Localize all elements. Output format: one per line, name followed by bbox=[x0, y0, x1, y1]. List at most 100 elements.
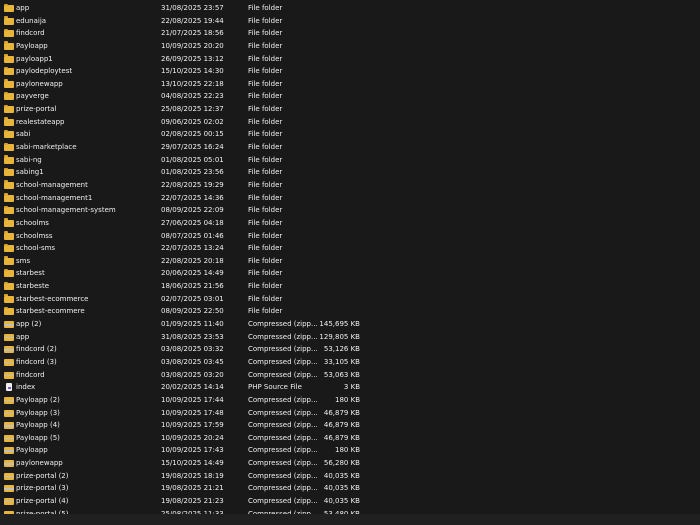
file-row[interactable]: school-management-system 08/09/2025 22:09… bbox=[0, 204, 700, 217]
file-name: prize-portal (3) bbox=[16, 484, 69, 493]
file-name: app bbox=[16, 332, 30, 341]
file-name: findcord bbox=[16, 29, 45, 38]
folder-icon bbox=[4, 66, 14, 76]
file-row[interactable]: sabi 02/08/2025 00:15 File folder bbox=[0, 128, 700, 141]
folder-icon bbox=[4, 155, 14, 164]
zip-folder-icon bbox=[4, 321, 14, 329]
file-row[interactable]: Payloapp (2) 10/09/2025 17:44 Compressed (… bbox=[0, 394, 700, 407]
file-row[interactable]: sms 22/08/2025 20:18 File folder bbox=[0, 255, 700, 268]
file-name: prize-portal (4) bbox=[16, 496, 69, 505]
file-row[interactable]: realestateapp 09/06/2025 02:02 File folder bbox=[0, 116, 700, 129]
file-row[interactable]: app (2) 01/09/2025 11:40 Compressed (zipp.… bbox=[0, 318, 700, 331]
file-row[interactable]: paylonewapp 13/10/2025 22:18 File folder bbox=[0, 78, 700, 91]
file-name: school-sms bbox=[16, 244, 56, 253]
file-row[interactable]: findcord 21/07/2025 18:56 File folder bbox=[0, 27, 700, 40]
file-row[interactable]: index 20/02/2025 14:14 PHP Source File 3 KB bbox=[0, 381, 700, 394]
file-date-modified: 21/07/2025 18:56 bbox=[161, 29, 224, 38]
file-row[interactable]: starbest 20/06/2025 14:49 File folder bbox=[0, 267, 700, 280]
file-name: app (2) bbox=[16, 320, 42, 329]
file-name: index bbox=[16, 383, 36, 392]
file-size: 40,035 KB bbox=[323, 496, 360, 505]
file-date-modified: 27/06/2025 04:18 bbox=[161, 218, 224, 227]
file-row[interactable]: edunaija 22/08/2025 19:44 File folder bbox=[0, 15, 700, 28]
file-name: schoolms bbox=[16, 218, 49, 227]
folder-icon bbox=[4, 294, 14, 303]
file-row[interactable]: school-sms 22/07/2025 13:24 File folder bbox=[0, 242, 700, 255]
file-row[interactable]: sabi-ng 01/08/2025 05:01 File folder bbox=[0, 154, 700, 167]
folder-icon bbox=[4, 142, 14, 152]
zip-folder-icon bbox=[4, 371, 14, 379]
file-name: starbeste bbox=[16, 282, 50, 291]
file-size: 56,280 KB bbox=[323, 459, 360, 468]
file-row[interactable]: paylodeploytest 15/10/2025 14:30 File fold… bbox=[0, 65, 700, 78]
file-row[interactable]: findcord (2) 03/08/2025 03:32 Compressed (… bbox=[0, 343, 700, 356]
file-type: File folder bbox=[248, 244, 283, 253]
file-size: 53,126 KB bbox=[323, 345, 360, 354]
folder-icon bbox=[4, 193, 14, 202]
file-name: paylodeploytest bbox=[16, 67, 73, 76]
file-date-modified: 04/08/2025 22:23 bbox=[161, 92, 224, 101]
folder-icon bbox=[4, 28, 14, 38]
file-type: File folder bbox=[248, 231, 283, 240]
file-row[interactable]: app 31/08/2025 23:57 File folder bbox=[0, 2, 700, 15]
file-row[interactable]: Payloapp 10/09/2025 17:43 Compressed (zipp… bbox=[0, 444, 700, 457]
file-type: File folder bbox=[248, 256, 283, 265]
file-date-modified: 22/08/2025 20:18 bbox=[161, 256, 224, 265]
file-row[interactable]: starbeste 18/06/2025 21:56 File folder bbox=[0, 280, 700, 293]
file-date-modified: 09/06/2025 02:02 bbox=[161, 117, 224, 126]
file-date-modified: 22/08/2025 19:29 bbox=[161, 180, 224, 189]
file-date-modified: 03/08/2025 03:20 bbox=[161, 370, 224, 379]
file-date-modified: 19/08/2025 18:19 bbox=[161, 471, 224, 480]
file-size: 46,879 KB bbox=[323, 408, 360, 417]
file-type: File folder bbox=[248, 79, 283, 88]
file-type: File folder bbox=[248, 269, 283, 278]
file-row[interactable]: Payloapp (5) 10/09/2025 20:24 Compressed (… bbox=[0, 432, 700, 445]
file-name: Payloapp (5) bbox=[16, 433, 60, 442]
file-size: 145,695 KB bbox=[319, 320, 360, 329]
zip-folder-icon bbox=[4, 396, 14, 404]
file-row[interactable]: prize-portal 25/08/2025 12:37 File folder bbox=[0, 103, 700, 116]
file-date-modified: 02/08/2025 00:15 bbox=[161, 130, 224, 139]
file-name: sabi-ng bbox=[16, 155, 42, 164]
file-row[interactable]: prize-portal (3) 19/08/2025 21:21 Compress… bbox=[0, 482, 700, 495]
file-row[interactable]: findcord 03/08/2025 03:20 Compressed (zipp… bbox=[0, 369, 700, 382]
file-row[interactable]: Payloapp (3) 10/09/2025 17:48 Compressed (… bbox=[0, 407, 700, 420]
file-row[interactable]: prize-portal (4) 19/08/2025 21:23 Compress… bbox=[0, 495, 700, 508]
file-row[interactable]: findcord (3) 03/08/2025 03:45 Compressed (… bbox=[0, 356, 700, 369]
file-date-modified: 22/07/2025 14:36 bbox=[161, 193, 224, 202]
file-row[interactable]: starbest-ecommerce 02/07/2025 03:01 File f… bbox=[0, 293, 700, 306]
file-row[interactable]: schoolms 27/06/2025 04:18 File folder bbox=[0, 217, 700, 230]
file-row[interactable]: school-management1 22/07/2025 14:36 File f… bbox=[0, 192, 700, 205]
file-row[interactable]: starbest-ecommere 08/09/2025 22:50 File fo… bbox=[0, 305, 700, 318]
file-type: File folder bbox=[248, 130, 283, 139]
file-row[interactable]: prize-portal (2) 19/08/2025 18:19 Compress… bbox=[0, 470, 700, 483]
zip-folder-icon bbox=[4, 497, 14, 505]
file-name: app bbox=[16, 4, 30, 12]
folder-icon bbox=[4, 3, 14, 12]
file-name: Payloapp (3) bbox=[16, 408, 60, 417]
file-row[interactable]: school-management 22/08/2025 19:29 File fo… bbox=[0, 179, 700, 192]
file-row[interactable]: Payloapp 10/09/2025 20:20 File folder bbox=[0, 40, 700, 53]
zip-folder-icon bbox=[4, 485, 14, 493]
folder-icon bbox=[4, 117, 14, 126]
file-row[interactable]: payloapp1 26/09/2025 13:12 File folder bbox=[0, 53, 700, 66]
folder-icon bbox=[4, 41, 14, 50]
zip-folder-icon bbox=[4, 422, 14, 430]
file-name: school-management-system bbox=[16, 206, 116, 215]
file-type: File folder bbox=[248, 29, 283, 38]
file-size: 53,063 KB bbox=[323, 370, 360, 379]
file-type: File folder bbox=[248, 105, 283, 114]
file-row[interactable]: sabi-marketplace 29/07/2025 16:24 File fol… bbox=[0, 141, 700, 154]
file-row[interactable]: sabing1 01/08/2025 23:56 File folder bbox=[0, 166, 700, 179]
file-row[interactable]: Payloapp (4) 10/09/2025 17:59 Compressed (… bbox=[0, 419, 700, 432]
file-type: File folder bbox=[248, 143, 283, 152]
file-name: school-management bbox=[16, 180, 88, 189]
file-row[interactable]: schoolmss 08/07/2025 01:46 File folder bbox=[0, 230, 700, 243]
file-date-modified: 20/06/2025 14:49 bbox=[161, 269, 224, 278]
file-type: File folder bbox=[248, 168, 283, 177]
file-name: prize-portal bbox=[16, 105, 57, 114]
folder-icon bbox=[4, 54, 14, 63]
file-row[interactable]: paylonewapp 15/10/2025 14:49 Compressed (z… bbox=[0, 457, 700, 470]
file-row[interactable]: app 31/08/2025 23:53 Compressed (zipp... 12… bbox=[0, 331, 700, 344]
file-row[interactable]: payverge 04/08/2025 22:23 File folder bbox=[0, 90, 700, 103]
